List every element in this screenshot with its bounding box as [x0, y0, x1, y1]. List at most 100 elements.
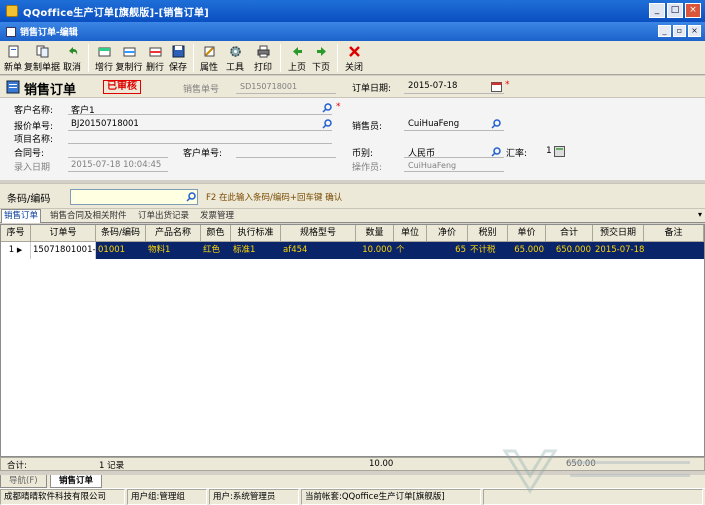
copy-doc-icon — [36, 45, 48, 58]
records-count: 1 记录 — [99, 461, 125, 471]
tab-shipment-records[interactable]: 订单出货记录 — [136, 210, 191, 223]
copy-order-button[interactable]: 复制单据 — [24, 41, 60, 75]
tabs-dropdown-icon[interactable]: ▾ — [698, 210, 702, 219]
salesperson-field[interactable]: CuiHuaFeng — [408, 119, 459, 129]
undo-icon — [68, 47, 77, 55]
add-row-button[interactable]: 增行 — [93, 41, 115, 75]
arrow-left-icon — [292, 47, 302, 56]
col-header[interactable]: 数量 — [356, 225, 394, 242]
status-empty — [483, 489, 703, 505]
tab-navigation[interactable]: 导航(F) — [0, 475, 47, 488]
col-header[interactable]: 序号 — [1, 225, 31, 242]
currency-search-icon[interactable] — [491, 147, 501, 157]
tools-button[interactable]: 工具 — [220, 41, 250, 75]
status-bar: 成都晴晴软件科技有限公司 用户组:管理组 用户:系统管理员 当前帐套:QQoff… — [0, 488, 705, 505]
qty-total: 10.00 — [369, 459, 394, 469]
col-header[interactable]: 单位 — [394, 225, 427, 242]
col-header[interactable]: 预交日期 — [593, 225, 644, 242]
contract-label: 合同号: — [14, 149, 45, 159]
cell-tax[interactable]: 不计税 — [468, 242, 508, 259]
col-header[interactable]: 产品名称 — [146, 225, 201, 242]
cell-unit[interactable]: 个 — [394, 242, 427, 259]
prev-page-button[interactable]: 上页 — [285, 41, 309, 75]
cell-unit-price[interactable]: 65.000 — [508, 242, 546, 259]
document-icon — [6, 26, 16, 37]
save-button[interactable]: 保存 — [167, 41, 189, 75]
tab-sales-order-doc[interactable]: 销售订单 — [50, 475, 103, 488]
col-header[interactable]: 净价 — [427, 225, 468, 242]
table-row-seq[interactable]: 1 ▶ — [1, 242, 31, 259]
col-header[interactable]: 颜色 — [201, 225, 231, 242]
col-header[interactable]: 税别 — [468, 225, 508, 242]
toolbar-separator — [88, 44, 89, 72]
cell-color[interactable]: 红色 — [201, 242, 231, 259]
operator-label: 操作员: — [352, 163, 383, 173]
close-button[interactable]: 关闭 — [342, 41, 366, 75]
cell-due-date[interactable]: 2015-07-18 — [593, 242, 644, 259]
cell-qty[interactable]: 10.000 — [356, 242, 394, 259]
tab-contracts-attachments[interactable]: 销售合同及相关附件 — [48, 210, 129, 223]
toolbar-separator — [193, 44, 194, 72]
barcode-input[interactable] — [70, 189, 198, 205]
doc-title: 销售订单 — [24, 83, 77, 98]
calculator-icon[interactable] — [554, 146, 565, 157]
order-no-label: 销售单号 — [183, 85, 220, 95]
customer-search-icon[interactable] — [322, 103, 332, 113]
sub-minimize-button[interactable]: _ — [658, 25, 671, 37]
cell-total[interactable]: 650.000 — [546, 242, 593, 259]
barcode-bar: 条码/编码 F2 在此输入条码/编码+回车键 确认 — [0, 183, 705, 209]
new-button[interactable]: 新单 — [2, 41, 24, 75]
quote-no-field[interactable]: BJ20150718001 — [71, 119, 139, 129]
status-user-group: 用户组:管理组 — [127, 489, 207, 505]
properties-icon — [204, 46, 214, 57]
col-header[interactable]: 订单号 — [31, 225, 96, 242]
tab-sales-order[interactable]: 销售订单 — [1, 209, 42, 223]
cell-standard[interactable]: 标准1 — [231, 242, 281, 259]
add-row-icon — [98, 47, 110, 57]
cancel-button[interactable]: 取消 — [60, 41, 84, 75]
order-date-field[interactable]: 2015-07-18 — [408, 81, 457, 91]
col-header[interactable]: 执行标准 — [231, 225, 281, 242]
calendar-icon[interactable] — [491, 81, 502, 92]
entry-date-label: 录入日期 — [14, 163, 51, 173]
gear-icon — [229, 46, 241, 57]
operator-value: CuiHuaFeng — [408, 161, 457, 170]
tab-invoice-management[interactable]: 发票管理 — [198, 210, 236, 223]
amount-total: 650.00 — [566, 459, 596, 469]
delete-row-button[interactable]: 删行 — [143, 41, 167, 75]
col-header[interactable]: 备注 — [644, 225, 704, 242]
print-button[interactable]: 打印 — [250, 41, 276, 75]
order-lines-grid: 序号 订单号 条码/编码 产品名称 颜色 执行标准 规格型号 数量 单位 净价 … — [0, 224, 705, 457]
quote-search-icon[interactable] — [322, 119, 332, 129]
col-header[interactable]: 规格型号 — [281, 225, 356, 242]
sub-restore-button[interactable]: ▫ — [673, 25, 686, 37]
col-header[interactable]: 合计 — [546, 225, 593, 242]
status-company: 成都晴晴软件科技有限公司 — [0, 489, 125, 505]
col-header[interactable]: 单价 — [508, 225, 546, 242]
cell-code[interactable]: 01001 — [96, 242, 146, 259]
status-stamp: 已审核 — [103, 80, 141, 94]
cell-note[interactable] — [644, 242, 704, 259]
barcode-search-icon[interactable] — [186, 192, 196, 202]
entry-date-value: 2015-07-18 10:04:45 — [71, 160, 162, 170]
copy-row-icon — [123, 47, 135, 57]
order-date-label: 订单日期: — [352, 84, 392, 94]
cell-net-price[interactable]: 65 — [427, 242, 468, 259]
cell-product[interactable]: 物料1 — [146, 242, 201, 259]
cell-order-no[interactable]: 15071801001-00 — [31, 242, 96, 259]
close-window-button[interactable]: × — [685, 3, 701, 18]
next-page-button[interactable]: 下页 — [309, 41, 333, 75]
minimize-button[interactable]: _ — [649, 3, 665, 18]
rate-field[interactable]: 1 — [546, 146, 552, 156]
salesperson-search-icon[interactable] — [491, 119, 501, 129]
window-titlebar: QQoffice生产订单[旗舰版]-[销售订单] _ □ × — [0, 0, 705, 22]
currency-label: 币别: — [352, 149, 374, 159]
properties-button[interactable]: 属性 — [198, 41, 220, 75]
cell-spec[interactable]: af454 — [281, 242, 356, 259]
maximize-button[interactable]: □ — [667, 3, 683, 18]
totals-label: 合计: — [7, 461, 27, 471]
sub-close-button[interactable]: × — [688, 25, 701, 37]
col-header[interactable]: 条码/编码 — [96, 225, 146, 242]
copy-row-button[interactable]: 复制行 — [115, 41, 143, 75]
barcode-label: 条码/编码 — [7, 194, 51, 205]
